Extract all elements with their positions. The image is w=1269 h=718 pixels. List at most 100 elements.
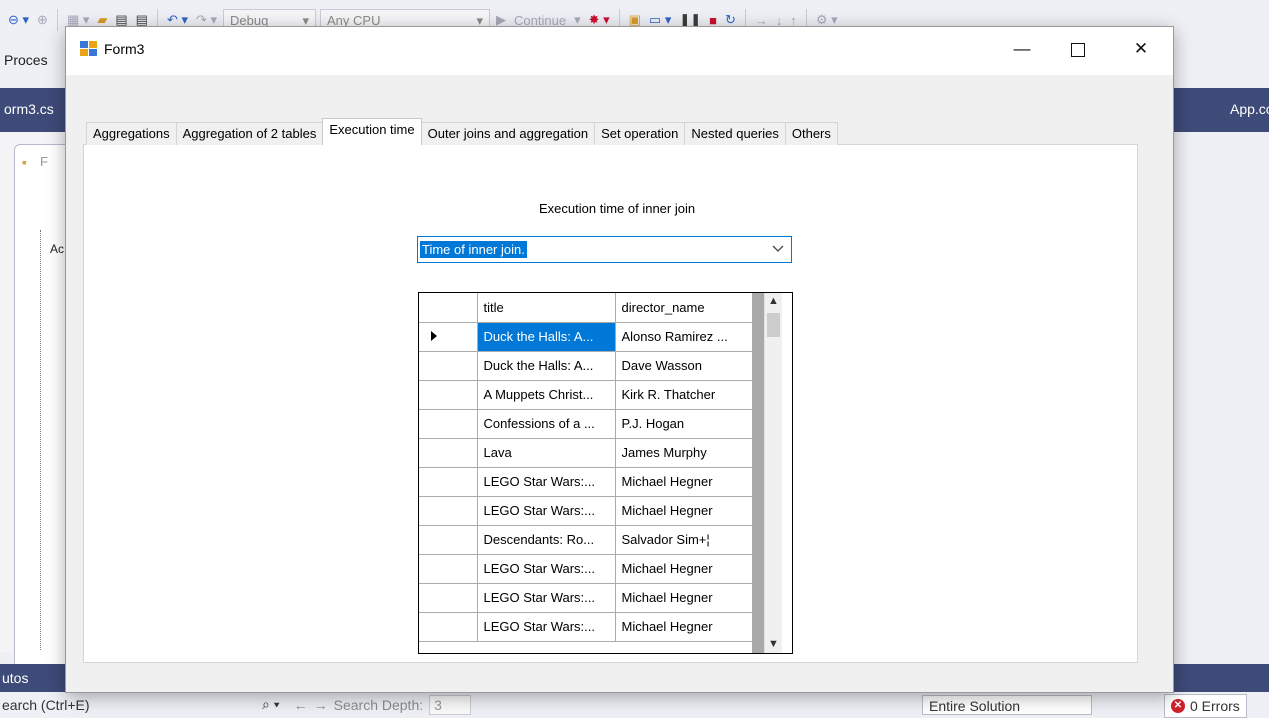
continue-play-icon[interactable]: ▶ <box>494 12 508 28</box>
cell-title[interactable]: Duck the Halls: A... <box>477 322 616 352</box>
cell-director-name[interactable]: Alonso Ramirez ... <box>615 322 753 352</box>
table-row[interactable]: Lava James Murphy <box>419 438 753 468</box>
column-header-title[interactable]: title <box>477 293 616 323</box>
search-depth-label: Search Depth: <box>333 696 424 713</box>
continue-button[interactable]: Continue <box>512 13 568 28</box>
cell-director-name[interactable]: Michael Hegner <box>615 496 753 526</box>
undo-icon[interactable]: ↶ ▾ <box>165 12 190 28</box>
solution-explorer-icon[interactable]: ▦ ▾ <box>65 12 91 28</box>
table-row[interactable]: LEGO Star Wars:... Michael Hegner <box>419 554 753 584</box>
search-input[interactable]: earch (Ctrl+E) <box>0 697 262 713</box>
open-file-icon[interactable]: ▰ <box>95 12 109 28</box>
step-over-icon[interactable]: → <box>753 13 770 28</box>
row-header[interactable] <box>419 467 478 497</box>
row-header[interactable] <box>419 380 478 410</box>
table-row[interactable]: LEGO Star Wars:... Michael Hegner <box>419 467 753 497</box>
cell-director-name[interactable]: Michael Hegner <box>615 467 753 497</box>
close-button[interactable]: ✕ <box>1118 27 1164 71</box>
error-icon: ✕ <box>1171 699 1185 713</box>
hot-reload-icon[interactable]: ✸ ▾ <box>587 12 612 28</box>
table-row[interactable]: LEGO Star Wars:... Michael Hegner <box>419 496 753 526</box>
cell-director-name[interactable]: Kirk R. Thatcher <box>615 380 753 410</box>
pause-icon[interactable]: ❚❚ <box>677 12 703 28</box>
cell-title[interactable]: LEGO Star Wars:... <box>477 583 616 613</box>
row-header[interactable] <box>419 612 478 642</box>
row-header[interactable] <box>419 409 478 439</box>
row-header[interactable] <box>419 525 478 555</box>
forward-arrow-icon[interactable]: → <box>314 697 328 713</box>
form-designer-icon: ▪ <box>22 154 27 170</box>
tab-nested-queries[interactable]: Nested queries <box>684 122 786 145</box>
stop-icon[interactable]: ■ <box>707 13 719 28</box>
scope-combo[interactable]: Entire Solution <box>922 695 1092 715</box>
table-row[interactable]: Descendants: Ro... Salvador Sim+¦ <box>419 525 753 555</box>
save-all-icon[interactable]: ▤ <box>134 12 150 28</box>
cell-title[interactable]: LEGO Star Wars:... <box>477 554 616 584</box>
row-header[interactable] <box>419 438 478 468</box>
forward-nav-icon[interactable]: ⊕ <box>35 12 50 28</box>
restart-icon[interactable]: ↻ <box>723 12 738 28</box>
cell-director-name[interactable]: James Murphy <box>615 438 753 468</box>
tab-set-operation[interactable]: Set operation <box>594 122 686 145</box>
scroll-up-icon[interactable]: ▲ <box>765 293 782 310</box>
document-tab-form3[interactable]: orm3.cs <box>0 96 54 122</box>
search-icon[interactable]: ⌕ ▾ <box>262 696 280 713</box>
cell-title[interactable]: Lava <box>477 438 616 468</box>
cell-title[interactable]: LEGO Star Wars:... <box>477 496 616 526</box>
row-header[interactable] <box>419 322 478 352</box>
table-row[interactable]: LEGO Star Wars:... Michael Hegner <box>419 612 753 642</box>
cell-title[interactable]: Descendants: Ro... <box>477 525 616 555</box>
scroll-thumb[interactable] <box>767 313 780 337</box>
query-select-value: Time of inner join. <box>420 241 527 258</box>
document-tab-app[interactable]: App.co <box>1230 96 1269 122</box>
column-header-director-name[interactable]: director_name <box>615 293 753 323</box>
table-row[interactable]: LEGO Star Wars:... Michael Hegner <box>419 583 753 613</box>
cell-title[interactable]: LEGO Star Wars:... <box>477 467 616 497</box>
cell-title[interactable]: Confessions of a ... <box>477 409 616 439</box>
cell-title[interactable]: LEGO Star Wars:... <box>477 612 616 642</box>
tab-others[interactable]: Others <box>784 122 838 145</box>
cell-director-name[interactable]: Michael Hegner <box>615 583 753 613</box>
tab-execution-time[interactable]: Execution time <box>322 118 422 145</box>
results-table: title director_name Duck the Halls: A...… <box>419 293 753 642</box>
misc-toolbar-icon[interactable]: ⚙ ▾ <box>814 12 840 28</box>
tab-outer-joins-and-aggregation[interactable]: Outer joins and aggregation <box>420 122 596 145</box>
back-nav-icon[interactable]: ⊖ ▾ <box>6 12 31 28</box>
window-layout-icon[interactable]: ▭ ▾ <box>647 12 673 28</box>
grid-vertical-scrollbar[interactable]: ▲ ▼ <box>764 293 782 653</box>
table-row[interactable]: Duck the Halls: A... Alonso Ramirez ... <box>419 322 753 352</box>
diagnostic-icon[interactable]: ▣ <box>627 12 643 28</box>
cell-director-name[interactable]: Michael Hegner <box>615 612 753 642</box>
table-row[interactable]: A Muppets Christ... Kirk R. Thatcher <box>419 380 753 410</box>
row-header-corner <box>419 293 478 323</box>
errors-filter-button[interactable]: ✕ 0 Errors <box>1164 694 1247 718</box>
title-bar[interactable]: Form3 — ✕ <box>66 27 1173 75</box>
maximize-button[interactable] <box>1055 27 1101 71</box>
cell-title[interactable]: Duck the Halls: A... <box>477 351 616 381</box>
redo-icon[interactable]: ↷ ▾ <box>194 12 219 28</box>
cell-director-name[interactable]: Michael Hegner <box>615 554 753 584</box>
step-into-icon[interactable]: ↓ <box>774 13 785 28</box>
table-row[interactable]: Duck the Halls: A... Dave Wasson <box>419 351 753 381</box>
query-select[interactable]: Time of inner join. <box>417 236 792 263</box>
back-arrow-icon[interactable]: ← <box>294 697 308 713</box>
tab-aggregation-of-2-tables[interactable]: Aggregation of 2 tables <box>175 122 324 145</box>
errors-label: 0 Errors <box>1190 698 1240 714</box>
row-header[interactable] <box>419 496 478 526</box>
cell-director-name[interactable]: P.J. Hogan <box>615 409 753 439</box>
table-row[interactable]: Confessions of a ... P.J. Hogan <box>419 409 753 439</box>
tab-aggregations[interactable]: Aggregations <box>86 122 177 145</box>
results-grid[interactable]: title director_name Duck the Halls: A...… <box>418 292 793 654</box>
row-header[interactable] <box>419 554 478 584</box>
row-header[interactable] <box>419 351 478 381</box>
cell-title[interactable]: A Muppets Christ... <box>477 380 616 410</box>
search-depth-select[interactable]: 3 <box>429 694 472 715</box>
cell-director-name[interactable]: Salvador Sim+¦ <box>615 525 753 555</box>
current-row-arrow-icon <box>431 331 437 341</box>
save-icon[interactable]: ▤ <box>113 12 129 28</box>
minimize-button[interactable]: — <box>999 27 1045 71</box>
row-header[interactable] <box>419 583 478 613</box>
scroll-down-icon[interactable]: ▼ <box>765 636 782 653</box>
cell-director-name[interactable]: Dave Wasson <box>615 351 753 381</box>
step-out-icon[interactable]: ↑ <box>788 13 799 28</box>
